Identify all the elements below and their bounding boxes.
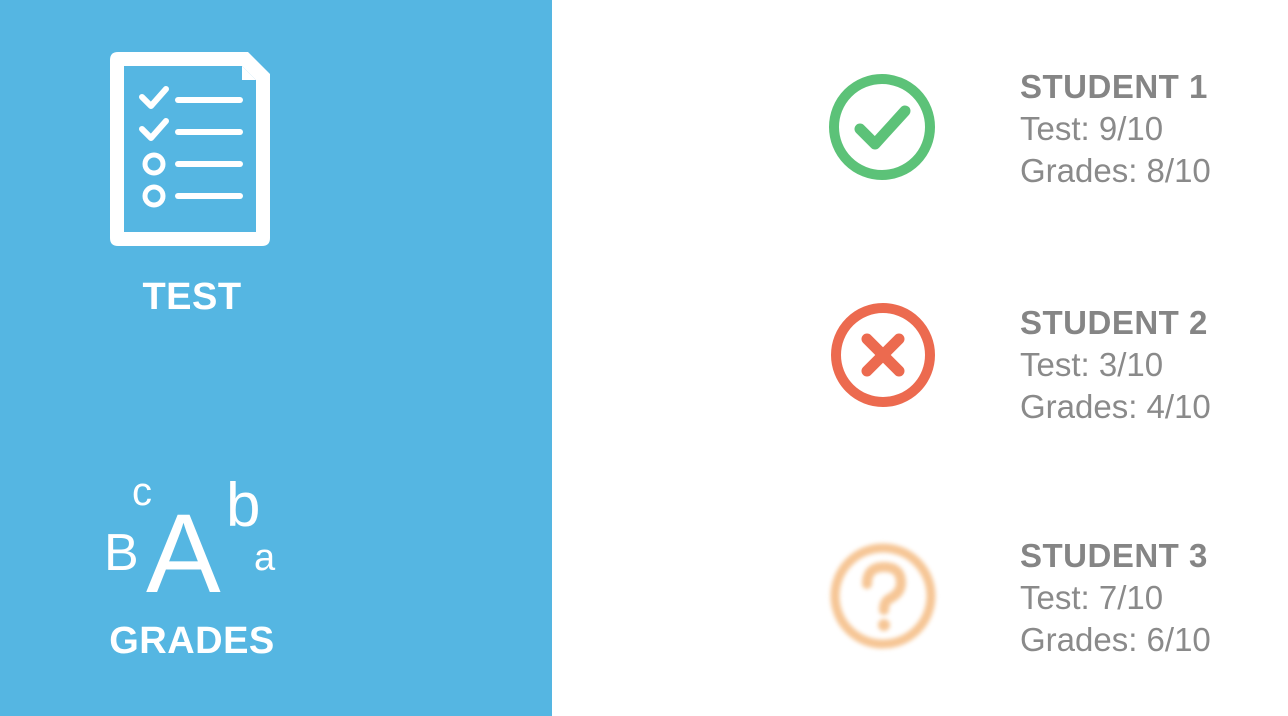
student-3-name: STUDENT 3 bbox=[1020, 537, 1208, 574]
question-circle-icon bbox=[830, 543, 936, 649]
student-3-test-score: Test: 7/10 bbox=[1020, 579, 1164, 616]
student-2-info: STUDENT 2 Test: 3/10 Grades: 4/10 bbox=[1020, 302, 1280, 428]
grades-letter-a-upper: A bbox=[146, 491, 221, 598]
student-1-info: STUDENT 1 Test: 9/10 Grades: 8/10 bbox=[1020, 66, 1280, 192]
student-3-info: STUDENT 3 Test: 7/10 Grades: 6/10 bbox=[1020, 535, 1280, 661]
test-label: TEST bbox=[142, 276, 242, 318]
grades-label: GRADES bbox=[109, 620, 275, 662]
student-3-grades-score: Grades: 6/10 bbox=[1020, 621, 1211, 658]
student-1-grades-score: Grades: 8/10 bbox=[1020, 152, 1211, 189]
grades-letter-b-lower: b bbox=[226, 471, 260, 540]
student-2-test-score: Test: 3/10 bbox=[1020, 346, 1164, 383]
test-document-icon bbox=[110, 52, 270, 246]
check-circle-icon bbox=[829, 74, 935, 180]
x-circle-icon bbox=[831, 303, 935, 407]
left-panel: TEST c B A b a GRADES bbox=[0, 0, 552, 716]
student-2-name: STUDENT 2 bbox=[1020, 304, 1208, 341]
grades-letters-icon: c B A b a bbox=[104, 470, 276, 598]
student-1-test-score: Test: 9/10 bbox=[1020, 110, 1164, 147]
grades-letter-a-lower: a bbox=[254, 537, 276, 579]
student-2-grades-score: Grades: 4/10 bbox=[1020, 388, 1211, 425]
student-1-name: STUDENT 1 bbox=[1020, 68, 1208, 105]
grades-letter-b-upper: B bbox=[104, 524, 139, 582]
